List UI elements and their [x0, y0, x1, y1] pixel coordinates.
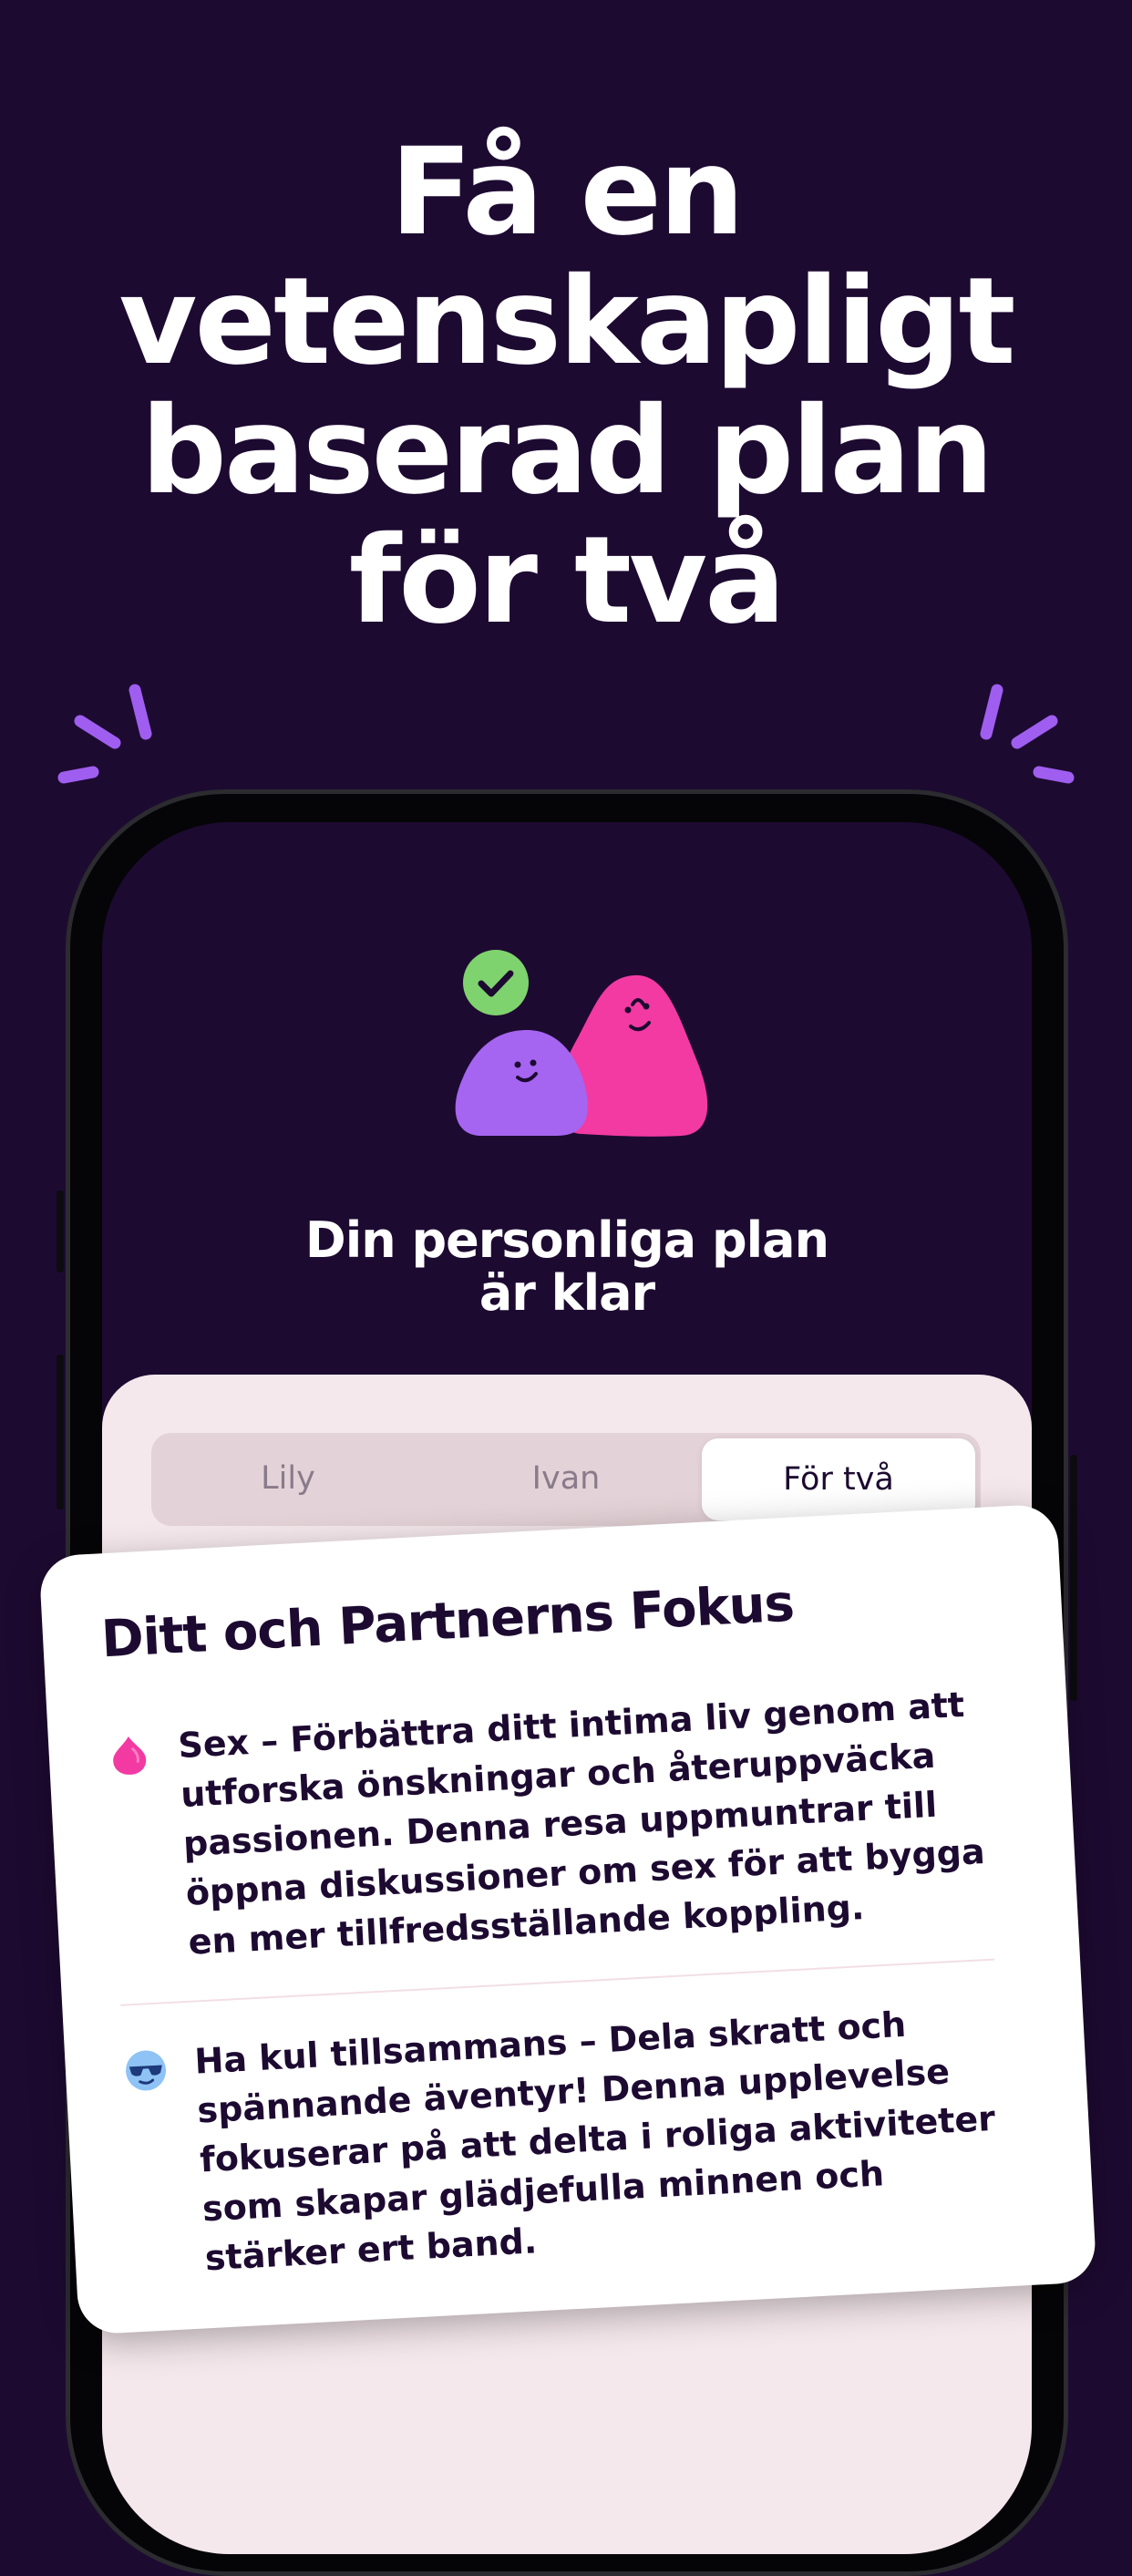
focus-item-sex: Sex – Förbättra ditt intima liv genom at… [106, 1677, 1016, 1963]
focus-item-text: Ha kul tillsammans – Dela skratt och spä… [193, 1994, 1044, 2283]
focus-item-fun: Ha kul tillsammans – Dela skratt och spä… [122, 1993, 1033, 2278]
headline-line: baserad plan [140, 381, 993, 521]
headline-line: för två [348, 510, 786, 651]
focus-item-line: stärker ert band. [203, 2221, 539, 2279]
headline-line: vetenskapligt [118, 252, 1015, 392]
headline-line: Få en [390, 122, 745, 263]
sparkle-right-icon [980, 684, 1075, 784]
focus-card-title: Ditt och Partnerns Fokus [99, 1573, 796, 1670]
phone-side-button [57, 1190, 64, 1273]
plan-title-line: Din personliga plan [304, 1211, 829, 1269]
phone-side-button [1070, 1455, 1077, 1701]
tab-lily[interactable]: Lily [151, 1433, 425, 1526]
tab-for-tva[interactable]: För två [702, 1438, 975, 1520]
item-divider [120, 1958, 995, 2006]
sunglasses-face-icon [126, 2050, 167, 2091]
plan-title-line: är klar [479, 1264, 655, 1322]
plan-ready-title: Din personliga plan är klar [102, 1214, 1032, 1320]
pink-drop-icon [113, 1736, 147, 1775]
phone-side-button [57, 1355, 64, 1510]
tab-ivan[interactable]: Ivan [429, 1433, 703, 1526]
person-tabs: Lily Ivan För två [151, 1433, 981, 1526]
sparkle-left-icon [57, 684, 152, 784]
focus-item-text: Sex – Förbättra ditt intima liv genom at… [177, 1677, 1027, 1967]
headline: Få en vetenskapligt baserad plan för två [0, 128, 1132, 645]
focus-card: Ditt och Partnerns Fokus Sex – Förbättra… [38, 1503, 1097, 2335]
couple-blobs-illustration [455, 950, 708, 1137]
